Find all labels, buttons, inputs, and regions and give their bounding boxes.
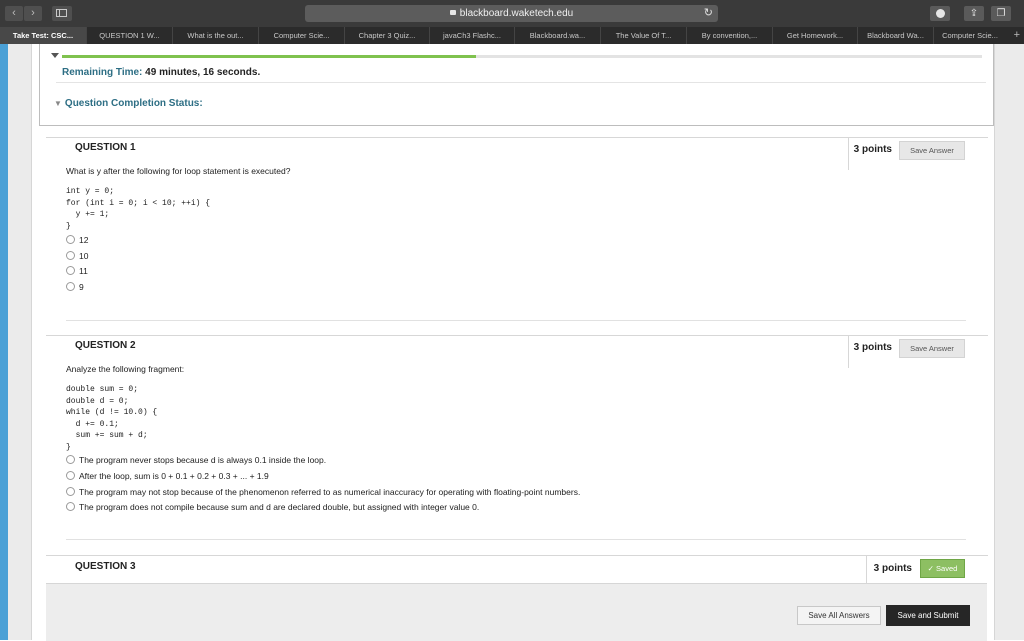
question-divider (46, 335, 988, 336)
option-label: 12 (79, 235, 89, 245)
question-divider (46, 137, 988, 138)
question-2-save-answer-button[interactable]: Save Answer (899, 339, 965, 358)
question-2-option[interactable]: The program never stops because d is alw… (66, 455, 326, 466)
question-end-divider (66, 320, 966, 321)
sidebar-icon (56, 9, 67, 17)
remaining-time: Remaining Time: 49 minutes, 16 seconds. (62, 67, 260, 78)
remaining-time-label: Remaining Time: (62, 67, 143, 78)
question-2-points: 3 points (853, 342, 892, 353)
question-2-option[interactable]: The program does not compile because sum… (66, 502, 479, 513)
question-1-text: What is y after the following for loop s… (66, 166, 291, 176)
question-2-text: Analyze the following fragment: (66, 364, 185, 374)
radio-button[interactable] (66, 455, 75, 465)
radio-button[interactable] (66, 235, 75, 245)
url-text: blackboard.waketech.edu (459, 8, 574, 19)
option-label: 10 (79, 251, 89, 261)
option-label: The program may not stop because of the … (79, 487, 581, 497)
question-2-option[interactable]: After the loop, sum is 0 + 0.1 + 0.2 + 0… (66, 471, 269, 482)
option-label: 9 (79, 282, 84, 292)
tab[interactable]: The Value Of T... (600, 27, 686, 44)
download-icon (935, 9, 945, 18)
chevron-down-icon: ▼ (54, 99, 62, 108)
divider (848, 138, 849, 170)
left-margin (8, 44, 32, 640)
option-label: After the loop, sum is 0 + 0.1 + 0.2 + 0… (79, 471, 269, 481)
question-1-option[interactable]: 12 (66, 235, 88, 246)
question-1-option[interactable]: 10 (66, 251, 88, 262)
question-1-option[interactable]: 9 (66, 282, 84, 293)
browser-toolbar: ‹ › blackboard.waketech.edu ↻ ⇪ ❐ (0, 0, 1024, 27)
time-progress-fill (62, 55, 476, 58)
lock-icon (449, 10, 456, 15)
question-1-points: 3 points (853, 144, 892, 155)
url-display: blackboard.waketech.edu (305, 5, 718, 22)
question-2-option[interactable]: The program may not stop because of the … (66, 487, 580, 498)
test-page: Remaining Time: 49 minutes, 16 seconds. … (32, 44, 994, 641)
tab[interactable]: What is the out... (172, 27, 258, 44)
tab-take-test[interactable]: Take Test: CSC... (0, 27, 86, 44)
saved-label: Saved (936, 564, 958, 573)
tab-bar: Take Test: CSC... QUESTION 1 W... What i… (0, 27, 1024, 45)
question-2-code: double sum = 0; double d = 0; while (d !… (66, 385, 158, 452)
save-all-answers-button[interactable]: Save All Answers (797, 606, 881, 625)
save-and-submit-button[interactable]: Save and Submit (886, 605, 970, 626)
back-button[interactable]: ‹ (5, 6, 23, 21)
show-tabs-button[interactable]: ❐ (991, 6, 1011, 21)
downloads-button[interactable] (930, 6, 950, 21)
question-end-divider (66, 539, 966, 540)
option-label: 11 (79, 266, 88, 276)
sidebar-toggle-button[interactable] (52, 6, 72, 21)
divider (848, 336, 849, 368)
tab[interactable]: Chapter 3 Quiz... (344, 27, 429, 44)
question-1-option[interactable]: 11 (66, 266, 88, 277)
tab[interactable]: Computer Scie... (933, 27, 1006, 44)
collapse-arrow-icon[interactable] (51, 53, 59, 58)
remaining-time-value: 49 minutes, 16 seconds. (145, 67, 261, 78)
tab[interactable]: By convention,... (686, 27, 772, 44)
question-divider (46, 555, 988, 556)
question-1-save-answer-button[interactable]: Save Answer (899, 141, 965, 160)
question-1-code: int y = 0; for (int i = 0; i < 10; ++i) … (66, 187, 211, 231)
radio-button[interactable] (66, 471, 75, 481)
tab[interactable]: QUESTION 1 W... (86, 27, 172, 44)
completion-status-label: Question Completion Status: (64, 98, 203, 109)
forward-button[interactable]: › (24, 6, 42, 21)
divider (866, 556, 867, 583)
share-button[interactable]: ⇪ (964, 6, 984, 21)
option-label: The program does not compile because sum… (79, 502, 480, 512)
radio-button[interactable] (66, 502, 75, 512)
question-3-saved-indicator: ✓ Saved (920, 559, 965, 578)
tab[interactable]: Blackboard.wa... (514, 27, 600, 44)
right-margin (994, 44, 1024, 640)
tab[interactable]: Computer Scie... (258, 27, 344, 44)
accent-strip (0, 44, 8, 640)
reload-icon[interactable]: ↻ (704, 7, 713, 20)
tab[interactable]: javaCh3 Flashc... (429, 27, 514, 44)
radio-button[interactable] (66, 282, 75, 292)
question-2-title: QUESTION 2 (75, 340, 136, 351)
question-completion-status-toggle[interactable]: ▼ Question Completion Status: (54, 98, 203, 109)
radio-button[interactable] (66, 487, 75, 497)
radio-button[interactable] (66, 251, 75, 261)
question-3-points: 3 points (873, 563, 912, 574)
tab[interactable]: Get Homework... (772, 27, 857, 44)
radio-button[interactable] (66, 266, 75, 276)
test-status-panel: Remaining Time: 49 minutes, 16 seconds. … (39, 44, 994, 126)
new-tab-button[interactable]: + (1014, 27, 1020, 44)
question-1-title: QUESTION 1 (75, 142, 136, 153)
tab[interactable]: Blackboard Wa... (857, 27, 933, 44)
question-3-title: QUESTION 3 (75, 561, 136, 572)
option-label: The program never stops because d is alw… (79, 455, 327, 465)
divider (56, 82, 986, 83)
share-icon: ⇪ (969, 8, 979, 19)
submit-footer: Save All Answers Save and Submit (46, 583, 987, 641)
time-progress-bar (62, 55, 982, 58)
address-bar[interactable]: blackboard.waketech.edu ↻ (305, 5, 718, 22)
tabs-icon: ❐ (996, 8, 1006, 19)
